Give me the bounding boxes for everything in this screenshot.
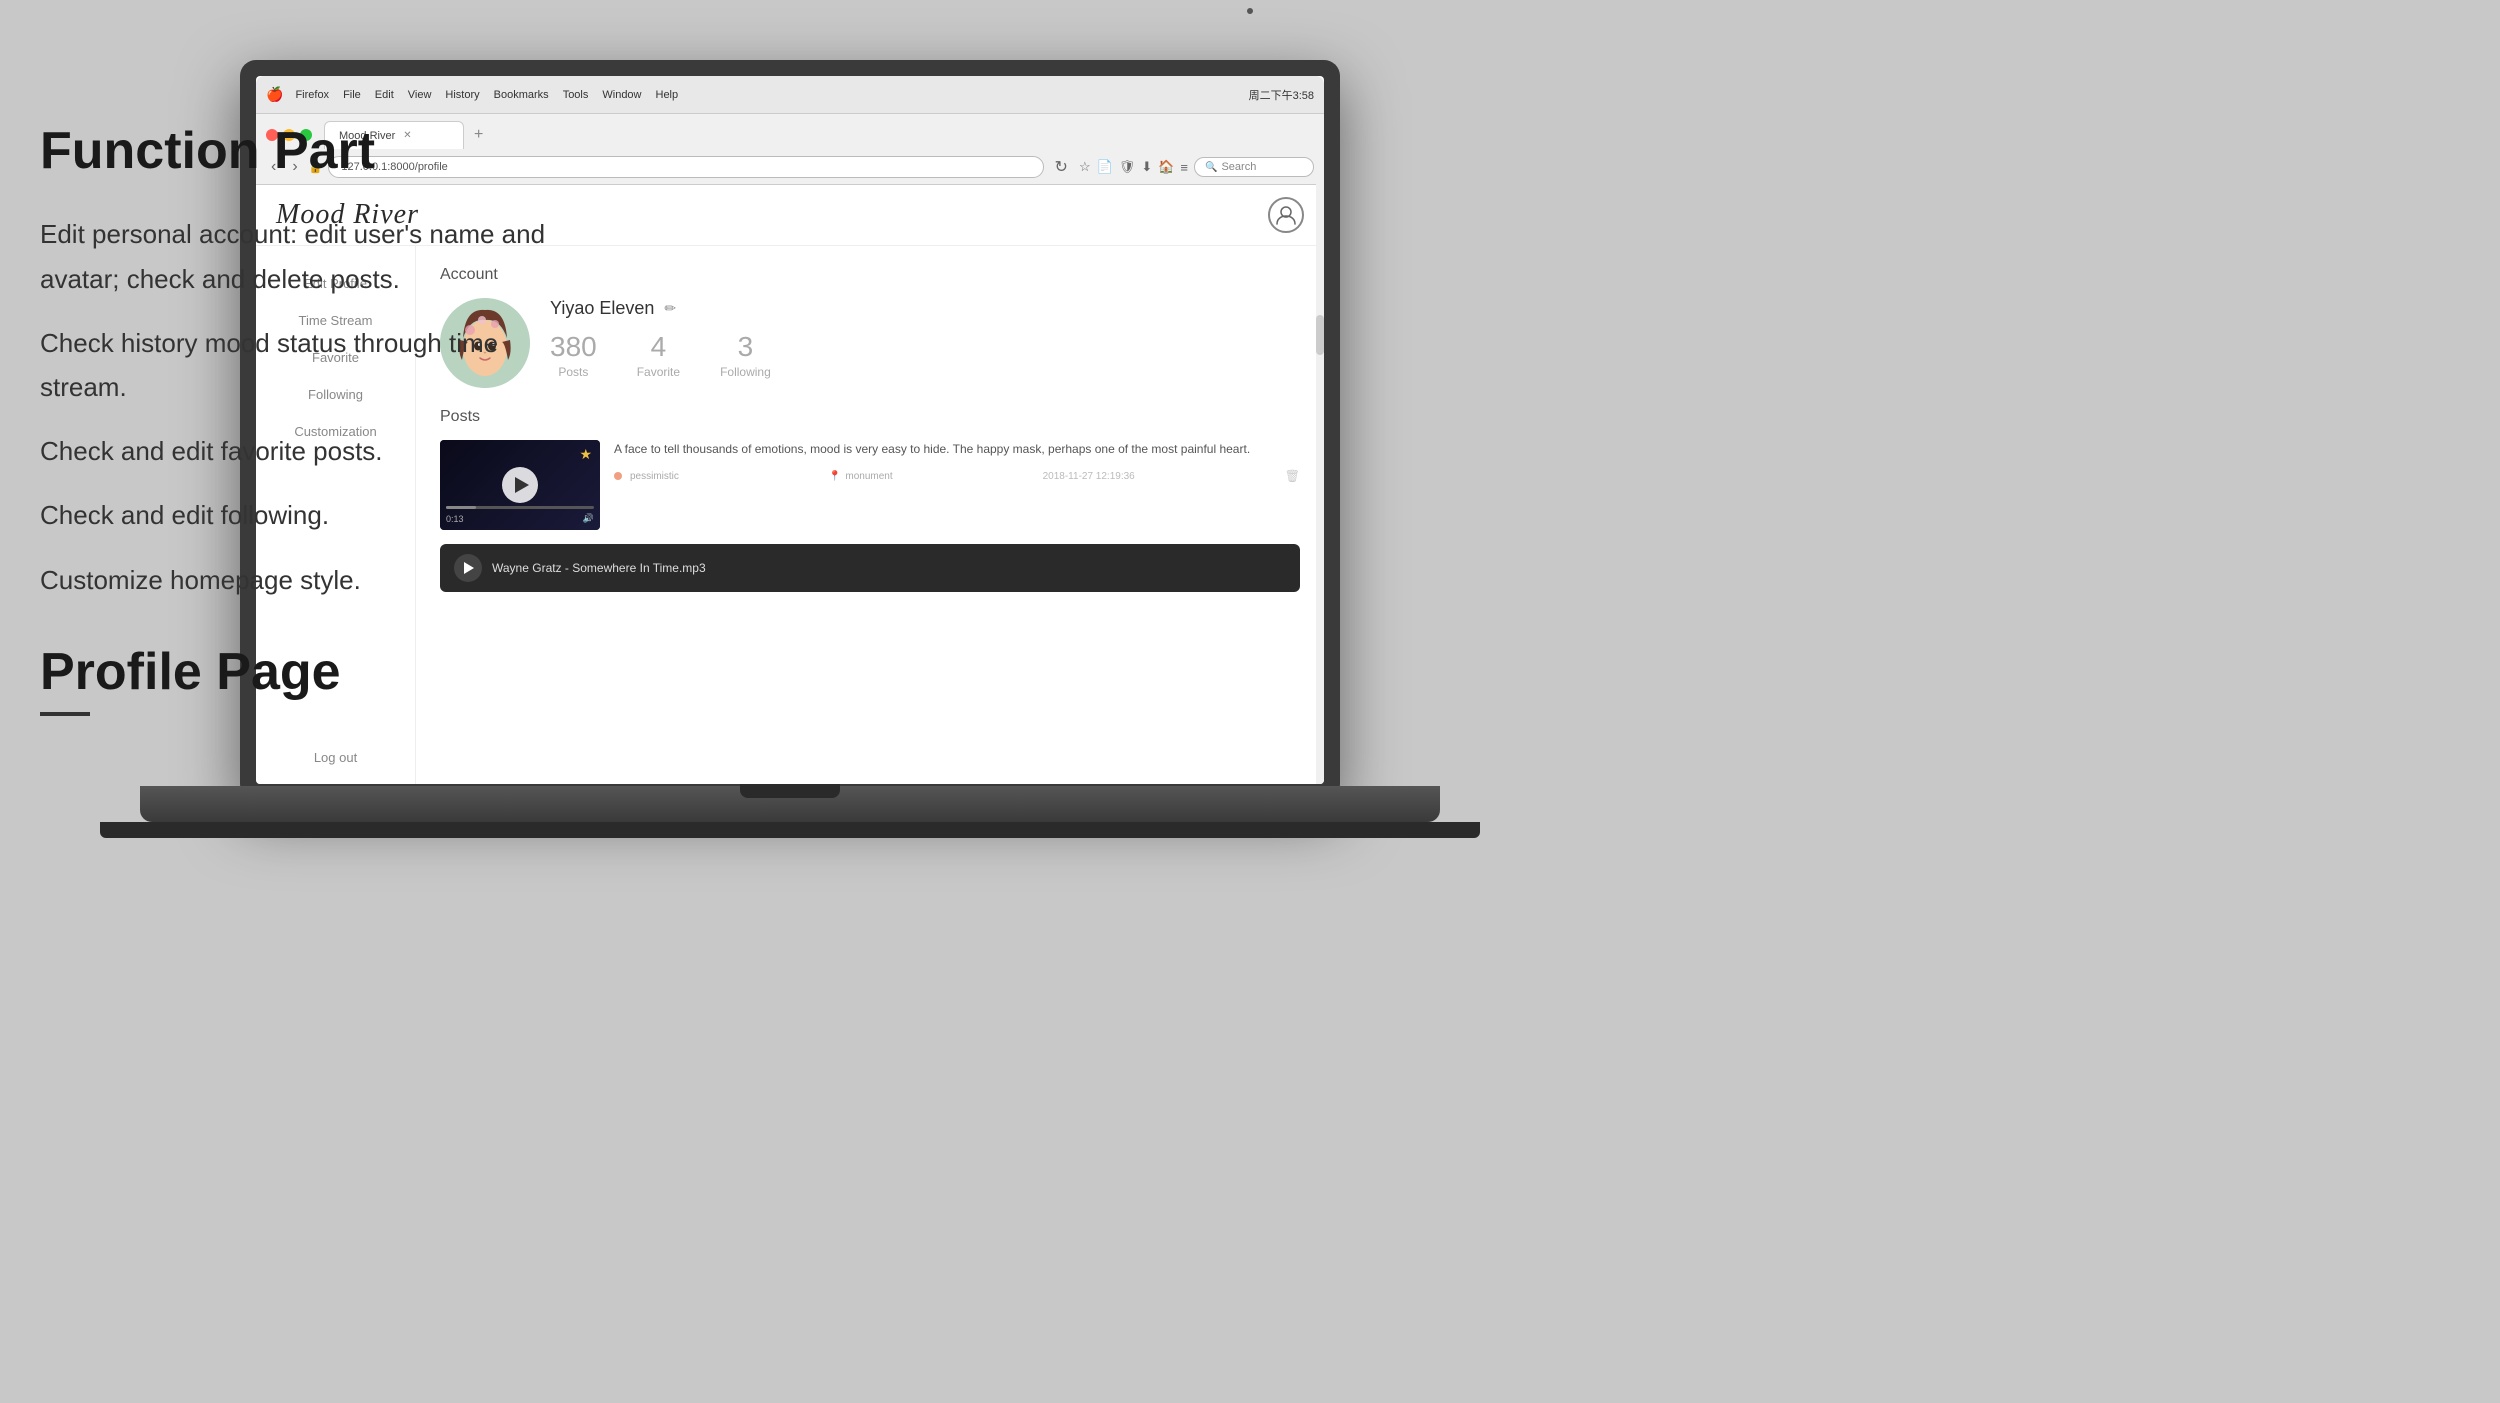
music-player: Wayne Gratz - Somewhere In Time.mp3 [440, 544, 1300, 592]
following-count: 3 [720, 333, 771, 361]
posts-section-title: Posts [440, 408, 1300, 426]
play-button[interactable] [502, 467, 538, 503]
mood-tag: pessimistic [614, 471, 679, 482]
shield-icon[interactable]: 🛡 [1119, 159, 1136, 175]
annotation-area: Function Part Edit personal account: edi… [40, 120, 560, 716]
location-tag: 📍 monument [829, 471, 893, 482]
annotation-desc-2: Check history mood status through time s… [40, 321, 560, 409]
annotation-desc-5: Customize homepage style. [40, 558, 560, 602]
scrollbar-thumb[interactable] [1316, 315, 1324, 355]
laptop-notch [740, 784, 840, 798]
stat-favorite: 4 Favorite [637, 333, 680, 379]
download-icon[interactable]: ⬇ [1141, 159, 1152, 175]
account-info: Yiyao Eleven ✏ 380 Posts 4 [440, 298, 1300, 388]
search-icon: 🔍 [1205, 162, 1217, 173]
stat-following: 3 Following [720, 333, 771, 379]
annotation-desc-3: Check and edit favorite posts. [40, 429, 560, 473]
menu-window[interactable]: Window [602, 89, 641, 101]
account-section: Account [440, 266, 1300, 388]
account-section-title: Account [440, 266, 1300, 284]
bookmark-star-icon[interactable]: ☆ [1079, 159, 1091, 175]
post-footer: pessimistic 📍 monument 2018-11-27 12:19:… [614, 469, 1300, 483]
mac-status-area: 周二下午3:58 [1249, 87, 1314, 103]
post-text: A face to tell thousands of emotions, mo… [614, 440, 1300, 459]
home-icon[interactable]: 🏠 [1158, 159, 1174, 175]
menu-icon[interactable]: ≡ [1180, 160, 1188, 175]
menu-firefox[interactable]: Firefox [295, 89, 329, 101]
reload-button[interactable]: ↻ [1050, 155, 1073, 179]
menu-bookmarks[interactable]: Bookmarks [494, 89, 549, 101]
annotation-desc-4: Check and edit following. [40, 493, 560, 537]
edit-name-icon[interactable]: ✏ [664, 300, 676, 317]
logout-button[interactable]: Log out [256, 750, 415, 765]
following-label: Following [720, 365, 771, 379]
profile-details: Yiyao Eleven ✏ 380 Posts 4 [550, 298, 1300, 379]
laptop-base [140, 786, 1440, 822]
post-card: ★ 0:13 🔊 [440, 440, 1300, 530]
search-placeholder: Search [1221, 161, 1256, 173]
favorite-label: Favorite [637, 365, 680, 379]
function-part-title: Function Part [40, 120, 560, 182]
post-content: A face to tell thousands of emotions, mo… [614, 440, 1300, 483]
menu-edit[interactable]: Edit [375, 89, 394, 101]
profile-name: Yiyao Eleven [550, 298, 654, 319]
mood-text: pessimistic [630, 471, 679, 482]
profile-name-row: Yiyao Eleven ✏ [550, 298, 1300, 319]
mac-menu: Firefox File Edit View History Bookmarks… [295, 89, 678, 101]
browser-search-field[interactable]: 🔍 Search [1194, 157, 1314, 177]
menu-tools[interactable]: Tools [563, 89, 589, 101]
title-underline [40, 712, 90, 716]
volume-icon: 🔊 [583, 513, 594, 524]
laptop-bottom-edge [100, 822, 1480, 838]
location-text: monument [845, 471, 892, 482]
post-timestamp: 2018-11-27 12:19:36 [1043, 471, 1135, 482]
star-badge: ★ [579, 446, 592, 463]
posts-section: Posts ★ [440, 408, 1300, 530]
annotation-desc-1: Edit personal account: edit user's name … [40, 212, 560, 300]
menu-history[interactable]: History [445, 89, 479, 101]
menu-help[interactable]: Help [656, 89, 679, 101]
laptop-camera [1247, 8, 1253, 14]
menu-file[interactable]: File [343, 89, 361, 101]
menu-view[interactable]: View [408, 89, 432, 101]
profile-page-title: Profile Page [40, 642, 560, 702]
location-icon: 📍 [829, 471, 841, 482]
clock: 周二下午3:58 [1249, 87, 1314, 103]
scrollbar-track[interactable] [1316, 246, 1324, 784]
user-avatar-button[interactable] [1268, 197, 1304, 233]
apple-icon: 🍎 [266, 86, 283, 103]
delete-post-button[interactable]: 🗑 [1285, 469, 1300, 483]
browser-actions: ☆ 📄 🛡 ⬇ 🏠 ≡ [1079, 159, 1188, 175]
mood-dot-icon [614, 472, 622, 480]
stats-row: 380 Posts 4 Favorite 3 F [550, 333, 1300, 379]
reader-mode-icon[interactable]: 📄 [1097, 159, 1113, 175]
favorite-count: 4 [637, 333, 680, 361]
macos-menubar: 🍎 Firefox File Edit View History Bookmar… [256, 76, 1324, 114]
